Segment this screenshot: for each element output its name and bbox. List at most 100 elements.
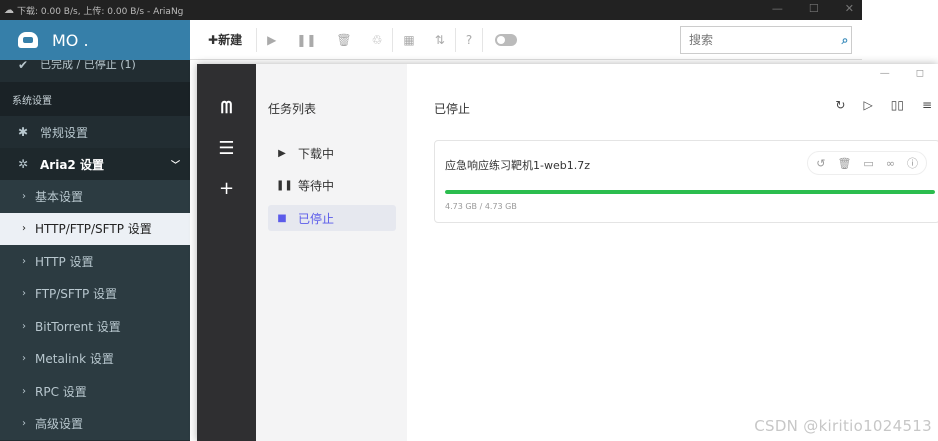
restore-icon[interactable]: ◻ bbox=[916, 68, 924, 79]
main-title: 已停止 bbox=[434, 102, 471, 116]
restart-icon[interactable]: ↺ bbox=[816, 157, 825, 170]
sidebar-subitem-label: HTTP 设置 bbox=[35, 254, 94, 269]
check-circle-icon: ✔ bbox=[18, 60, 29, 72]
cloud-icon: ☁ bbox=[4, 4, 14, 16]
task-size: 4.73 GB / 4.73 GB bbox=[445, 202, 517, 211]
chevron-right-icon: › bbox=[22, 320, 26, 332]
motrix-window-controls: — ◻ bbox=[880, 68, 924, 79]
sidebar-subitem-bittorrent[interactable]: › BitTorrent 设置 bbox=[0, 310, 190, 343]
sidebar-item-label: 已完成 / 已停止 (1) bbox=[40, 60, 136, 71]
task-list-title: 任务列表 bbox=[268, 102, 317, 116]
sidebar-subitem-ftp-sftp[interactable]: › FTP/SFTP 设置 bbox=[0, 277, 190, 310]
sidebar-item-stopped[interactable]: ✔ 已完成 / 已停止 (1) bbox=[0, 60, 190, 72]
search-box: ⌕ bbox=[680, 26, 852, 54]
display-mode-button[interactable]: ▦ bbox=[393, 20, 424, 60]
gear-icon: ✱ bbox=[18, 125, 29, 139]
stop-icon: ■ bbox=[277, 212, 287, 224]
sidebar-item-general-settings[interactable]: ✱ 常规设置 bbox=[0, 116, 190, 148]
sidebar-item-aria2-settings[interactable]: ✲ Aria2 设置 ﹀ bbox=[0, 148, 190, 180]
info-icon[interactable]: ⓘ bbox=[907, 155, 918, 171]
refresh-icon[interactable]: ↻ bbox=[835, 98, 845, 112]
folder-icon[interactable]: ▭ bbox=[863, 157, 873, 170]
watermark: CSDN @kiritio1024513 bbox=[754, 417, 932, 435]
sidebar-subitem-label: 高级设置 bbox=[35, 417, 84, 432]
sidebar-section-header: 系统设置 bbox=[0, 82, 190, 116]
more-icon[interactable]: ≡ bbox=[922, 98, 932, 112]
chevron-right-icon: › bbox=[22, 385, 26, 397]
chevron-right-icon: › bbox=[22, 255, 26, 267]
sidebar-subitem-advanced[interactable]: › 高级设置 bbox=[0, 407, 190, 440]
recycle-icon: ♲ bbox=[371, 32, 383, 47]
close-button[interactable]: ✕ bbox=[845, 2, 854, 15]
global-toggle[interactable] bbox=[495, 33, 518, 46]
sidebar-subitem-http[interactable]: › HTTP 设置 bbox=[0, 245, 190, 278]
menu-icon[interactable]: ☰ bbox=[197, 128, 256, 168]
minimize-button[interactable]: — bbox=[772, 2, 783, 15]
motrix-window: ᗰ ☰ + 任务列表 ▶ 下载中 ❚❚ 等待中 ■ 已停止 — ◻ 已停止 ↻ … bbox=[197, 64, 938, 441]
list-item-label: 已停止 bbox=[298, 211, 335, 226]
sidebar-subitem-label: 基本设置 bbox=[35, 189, 84, 204]
search-icon[interactable]: ⌕ bbox=[839, 33, 851, 48]
resume-all-icon[interactable]: ▷ bbox=[863, 98, 872, 112]
task-name: 应急响应练习靶机1-web1.7z bbox=[445, 159, 590, 172]
trash-icon: 🗑 bbox=[336, 32, 352, 47]
start-button[interactable]: ▶ bbox=[257, 20, 286, 60]
play-icon: ▶ bbox=[267, 32, 277, 47]
brand[interactable]: MO . bbox=[0, 20, 190, 60]
chevron-down-icon: ﹀ bbox=[170, 160, 180, 171]
purge-button[interactable]: ♲ bbox=[362, 20, 393, 60]
add-task-icon[interactable]: + bbox=[197, 168, 256, 208]
toolbar: ✚ 新建 ▶ ❚❚ 🗑 ♲ ▦ ⇅ ? ⌕ bbox=[190, 20, 862, 60]
list-item-stopped[interactable]: ■ 已停止 bbox=[268, 205, 396, 231]
plus-icon: ✚ bbox=[208, 32, 219, 47]
sidebar: MO . ✔ 已完成 / 已停止 (1) 系统设置 ✱ 常规设置 ✲ Aria2… bbox=[0, 20, 190, 441]
delete-button[interactable]: 🗑 bbox=[326, 20, 361, 60]
pause-all-icon[interactable]: ▯▯ bbox=[891, 98, 904, 112]
sidebar-subitem-http-ftp-sftp[interactable]: › HTTP/FTP/SFTP 设置 bbox=[0, 212, 190, 245]
list-item-label: 等待中 bbox=[298, 178, 335, 193]
search-input[interactable] bbox=[681, 27, 839, 53]
list-item-downloading[interactable]: ▶ 下载中 bbox=[268, 140, 396, 166]
list-item-label: 下载中 bbox=[298, 146, 335, 161]
chevron-right-icon: › bbox=[22, 353, 26, 365]
list-item-waiting[interactable]: ❚❚ 等待中 bbox=[268, 172, 396, 198]
task-card[interactable]: 应急响应练习靶机1-web1.7z ↺ 🗑 ▭ ∞ ⓘ 4.73 GB / 4.… bbox=[434, 140, 938, 223]
chevron-right-icon: › bbox=[22, 418, 26, 430]
aria-logo-icon bbox=[18, 32, 38, 48]
minimize-icon[interactable]: — bbox=[880, 68, 890, 79]
play-icon: ▶ bbox=[278, 147, 286, 159]
link-icon[interactable]: ∞ bbox=[886, 157, 895, 170]
sidebar-item-label: Aria2 设置 bbox=[40, 157, 104, 172]
brand-label: MO . bbox=[52, 30, 89, 50]
window-controls: — ☐ ✕ bbox=[772, 2, 854, 15]
window-title: 下载: 0.00 B/s, 上传: 0.00 B/s - AriaNg bbox=[17, 6, 184, 17]
sidebar-subitem-label: FTP/SFTP 设置 bbox=[35, 287, 117, 302]
main-controls: ↻ ▷ ▯▯ ≡ bbox=[835, 98, 932, 112]
sidebar-subitem-metalink[interactable]: › Metalink 设置 bbox=[0, 342, 190, 375]
toolbar-divider bbox=[482, 27, 484, 52]
sidebar-subitem-label: RPC 设置 bbox=[35, 384, 87, 399]
sort-button[interactable]: ⇅ bbox=[425, 20, 455, 60]
progress-bar bbox=[445, 190, 935, 194]
pause-button[interactable]: ❚❚ bbox=[286, 20, 326, 60]
help-button[interactable]: ? bbox=[456, 20, 482, 60]
task-actions: ↺ 🗑 ▭ ∞ ⓘ bbox=[807, 151, 927, 175]
pause-icon: ❚❚ bbox=[276, 179, 293, 191]
chevron-right-icon: › bbox=[22, 190, 26, 202]
trash-icon[interactable]: 🗑 bbox=[837, 157, 851, 170]
maximize-button[interactable]: ☐ bbox=[809, 2, 819, 15]
sidebar-subitem-basic[interactable]: › 基本设置 bbox=[0, 180, 190, 213]
sidebar-subitem-label: BitTorrent 设置 bbox=[35, 319, 121, 334]
new-task-label: 新建 bbox=[218, 33, 243, 47]
pause-icon: ❚❚ bbox=[296, 32, 317, 47]
sidebar-item-label: 常规设置 bbox=[40, 125, 89, 140]
motrix-logo-icon: ᗰ bbox=[220, 98, 233, 117]
new-task-button[interactable]: ✚ 新建 bbox=[190, 20, 256, 60]
window-titlebar: ☁ 下载: 0.00 B/s, 上传: 0.00 B/s - AriaNg — … bbox=[0, 0, 862, 20]
chevron-right-icon: › bbox=[22, 223, 26, 235]
sidebar-subitem-rpc[interactable]: › RPC 设置 bbox=[0, 375, 190, 408]
chevron-right-icon: › bbox=[22, 288, 26, 300]
sidebar-subitem-label: HTTP/FTP/SFTP 设置 bbox=[35, 222, 152, 237]
progress-fill bbox=[445, 190, 935, 194]
gears-icon: ✲ bbox=[18, 157, 29, 171]
